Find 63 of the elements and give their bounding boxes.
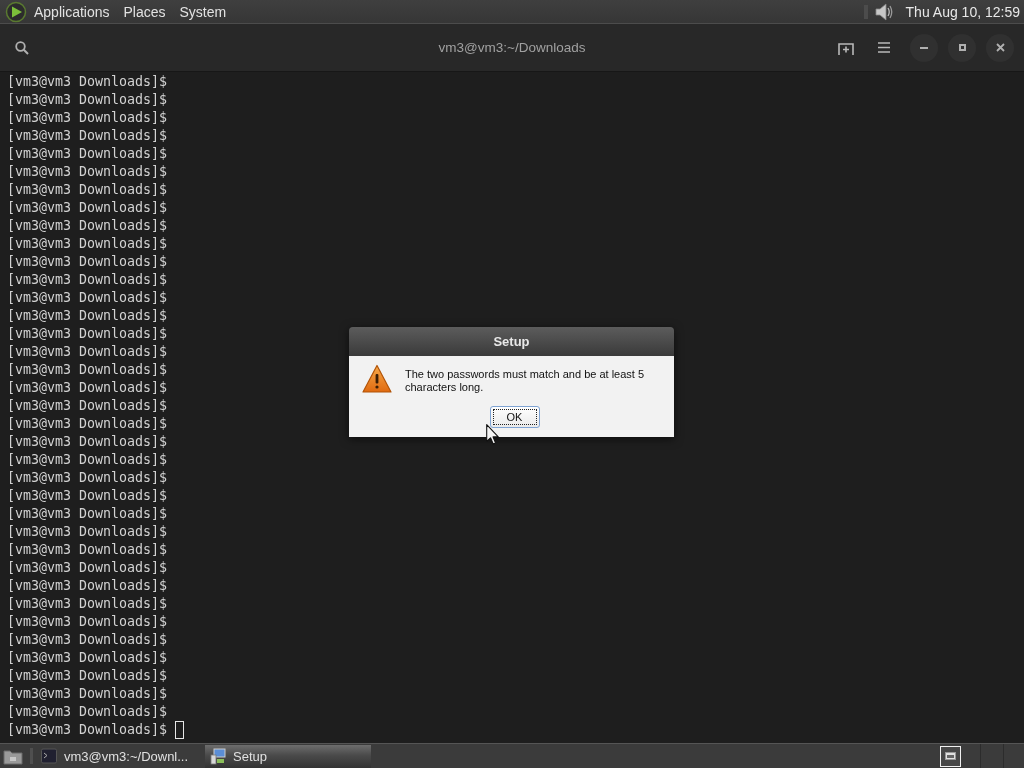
terminal-line: [vm3@vm3 Downloads]$ bbox=[7, 685, 168, 703]
terminal-line: [vm3@vm3 Downloads]$ bbox=[7, 541, 168, 559]
terminal-line: [vm3@vm3 Downloads]$ bbox=[7, 613, 168, 631]
terminal-line: [vm3@vm3 Downloads]$ bbox=[7, 667, 168, 685]
dialog-title: Setup bbox=[493, 334, 530, 349]
maximize-icon bbox=[958, 44, 966, 51]
taskbar-task[interactable]: Setup bbox=[205, 744, 371, 768]
logo-icon bbox=[5, 0, 27, 23]
window-icon bbox=[945, 752, 956, 760]
maximize-button[interactable] bbox=[948, 33, 976, 62]
volume-icon[interactable] bbox=[873, 1, 894, 22]
panel-menu[interactable]: System bbox=[172, 0, 234, 23]
workspace-switcher[interactable] bbox=[940, 745, 961, 767]
terminal-icon bbox=[41, 748, 57, 764]
warning-icon bbox=[362, 364, 392, 394]
terminal-line: [vm3@vm3 Downloads]$ bbox=[7, 379, 168, 397]
taskbar-task[interactable]: vm3@vm3:~/Downl... bbox=[37, 744, 201, 768]
terminal-line: [vm3@vm3 Downloads]$ bbox=[7, 505, 168, 523]
terminal-line: [vm3@vm3 Downloads]$ bbox=[7, 127, 168, 145]
dialog-message: The two passwords must match and be at least 5 characters long. bbox=[405, 368, 646, 394]
terminal-line: [vm3@vm3 Downloads]$ bbox=[7, 721, 168, 739]
terminal-line: [vm3@vm3 Downloads]$ bbox=[7, 397, 168, 415]
terminal-line: [vm3@vm3 Downloads]$ bbox=[7, 703, 168, 721]
terminal-line: [vm3@vm3 Downloads]$ bbox=[7, 163, 168, 181]
terminal-line: [vm3@vm3 Downloads]$ bbox=[7, 325, 168, 343]
ok-button[interactable]: OK bbox=[489, 406, 540, 428]
terminal-line: [vm3@vm3 Downloads]$ bbox=[7, 73, 168, 91]
window-title: vm3@vm3:~/Downloads bbox=[438, 40, 586, 55]
terminal-line: [vm3@vm3 Downloads]$ bbox=[7, 649, 168, 667]
panel-menu[interactable]: Applications bbox=[27, 0, 117, 23]
new-tab-icon bbox=[838, 40, 854, 55]
terminal-line: [vm3@vm3 Downloads]$ bbox=[7, 487, 168, 505]
terminal-line: [vm3@vm3 Downloads]$ bbox=[7, 469, 168, 487]
terminal-line: [vm3@vm3 Downloads]$ bbox=[7, 451, 168, 469]
terminal-line: [vm3@vm3 Downloads]$ bbox=[7, 433, 168, 451]
terminal-line: [vm3@vm3 Downloads]$ bbox=[7, 631, 168, 649]
search-icon bbox=[15, 40, 29, 55]
terminal-line: [vm3@vm3 Downloads]$ bbox=[7, 181, 168, 199]
menu-icon bbox=[878, 42, 890, 53]
terminal-line: [vm3@vm3 Downloads]$ bbox=[7, 361, 168, 379]
terminal-line: [vm3@vm3 Downloads]$ bbox=[7, 523, 168, 541]
terminal-line: [vm3@vm3 Downloads]$ bbox=[7, 289, 168, 307]
terminal-line: [vm3@vm3 Downloads]$ bbox=[7, 559, 168, 577]
terminal-line: [vm3@vm3 Downloads]$ bbox=[7, 253, 168, 271]
close-icon bbox=[995, 43, 1005, 52]
minimize-icon bbox=[920, 46, 928, 49]
panel-menu[interactable]: Places bbox=[116, 0, 173, 23]
terminal-line: [vm3@vm3 Downloads]$ bbox=[7, 577, 168, 595]
terminal-line: [vm3@vm3 Downloads]$ bbox=[7, 235, 168, 253]
terminal-line: [vm3@vm3 Downloads]$ bbox=[7, 109, 168, 127]
terminal-line: [vm3@vm3 Downloads]$ bbox=[7, 595, 168, 613]
terminal-line: [vm3@vm3 Downloads]$ bbox=[7, 343, 168, 361]
terminal-line: [vm3@vm3 Downloads]$ bbox=[7, 199, 168, 217]
close-button[interactable] bbox=[986, 33, 1014, 62]
clock[interactable]: Thu Aug 10, 12:59 bbox=[905, 3, 1020, 20]
terminal-line: [vm3@vm3 Downloads]$ bbox=[7, 307, 168, 325]
terminal-line: [vm3@vm3 Downloads]$ bbox=[7, 271, 168, 289]
terminal-line: [vm3@vm3 Downloads]$ bbox=[7, 217, 168, 235]
installer-icon bbox=[209, 747, 226, 765]
terminal-line: [vm3@vm3 Downloads]$ bbox=[7, 91, 168, 109]
folder-icon bbox=[3, 747, 23, 765]
terminal-line: [vm3@vm3 Downloads]$ bbox=[7, 415, 168, 433]
terminal-line: [vm3@vm3 Downloads]$ bbox=[7, 145, 168, 163]
